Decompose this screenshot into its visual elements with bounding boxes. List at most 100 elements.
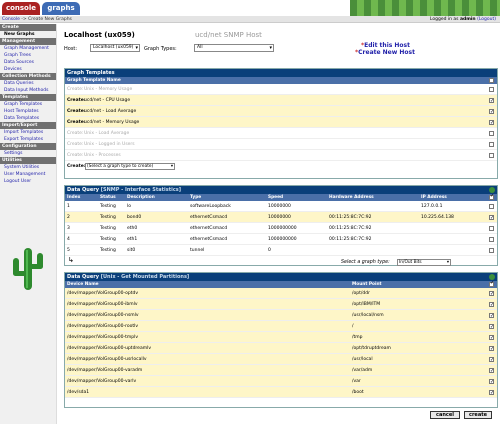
graph-type-create-value: (Select a graph type to create) bbox=[87, 164, 154, 169]
partition-row[interactable]: /dev/mapper/VolGroup00-varlv/var bbox=[65, 376, 497, 388]
partition-row[interactable]: /dev/mapper/VolGroup00-optdv/opt/ddr bbox=[65, 288, 497, 300]
interface-cell: Testing bbox=[100, 237, 116, 242]
dq2-select-all-checkbox[interactable] bbox=[489, 280, 494, 287]
partition-row[interactable]: /dev/sda1/boot bbox=[65, 387, 497, 399]
mount-point: /opt/ddr bbox=[352, 291, 370, 296]
partition-checkbox[interactable] bbox=[489, 311, 494, 322]
sidebar-item[interactable]: Export Templates bbox=[0, 136, 56, 143]
partition-row[interactable]: /dev/mapper/VolGroup00-usrlocallv/usr/lo… bbox=[65, 354, 497, 366]
interface-row[interactable]: 2 Testing bond0 ethernetCsmacd 10000000 00:11… bbox=[65, 212, 497, 224]
graph-template-name: ucd/net - Memory Usage bbox=[84, 120, 140, 125]
sidebar-item[interactable]: Logout User bbox=[0, 178, 56, 185]
sidebar-item[interactable]: Data Sources bbox=[0, 59, 56, 66]
interface-row[interactable]: 4 Testing eth1 ethernetCsmacd 1000000000 00:1… bbox=[65, 234, 497, 245]
graph-template-row[interactable]: Create: Unix - Memory Usage bbox=[65, 84, 497, 95]
mount-point: /usr/local/nsm bbox=[352, 313, 384, 318]
partition-checkbox[interactable] bbox=[489, 377, 494, 388]
graph-type-create-select[interactable]: (Select a graph type to create) bbox=[85, 163, 175, 170]
mount-point: /var bbox=[352, 379, 361, 384]
logout-link[interactable]: (Logout) bbox=[476, 17, 496, 22]
cancel-button[interactable]: cancel bbox=[430, 411, 460, 419]
interface-row[interactable]: 5 Testing sit0 tunnel 0 bbox=[65, 245, 497, 256]
device-name: /dev/mapper/VolGroup00-usrlocallv bbox=[67, 357, 147, 362]
interface-row[interactable]: 1 Testing lo softwareLoopback 10000000 127.0.… bbox=[65, 201, 497, 212]
interface-checkbox[interactable] bbox=[489, 213, 494, 224]
create-label: Create: bbox=[67, 98, 86, 103]
sidebar-item[interactable]: Graph Templates bbox=[0, 101, 56, 108]
graph-template-row[interactable]: Create: ucd/net - Memory Usage bbox=[65, 117, 497, 129]
create-select-label: Create: bbox=[67, 164, 86, 169]
interface-checkbox[interactable] bbox=[489, 237, 494, 242]
dq2-title-prefix: Data Query bbox=[67, 274, 99, 280]
device-name: /dev/mapper/VolGroup00-varadm bbox=[67, 368, 143, 373]
sidebar-item[interactable]: Import Templates bbox=[0, 129, 56, 136]
partition-row[interactable]: /dev/mapper/VolGroup00-uptdreamlv/opt/td… bbox=[65, 343, 497, 355]
sidebar-item[interactable]: New Graphs bbox=[0, 31, 56, 38]
partition-row[interactable]: /dev/mapper/VolGroup00-rootlv / bbox=[65, 321, 497, 333]
partition-checkbox[interactable] bbox=[489, 300, 494, 311]
graph-template-row[interactable]: Create: ucd/net - CPU Usage bbox=[65, 95, 497, 107]
sidebar-item[interactable]: User Management bbox=[0, 171, 56, 178]
graph-template-row[interactable]: Create: Unix - Logged in Users bbox=[65, 139, 497, 150]
interface-cell: 00:11:25:8C:7C:92 bbox=[329, 237, 372, 242]
sidebar-item[interactable]: Data Queries bbox=[0, 80, 56, 87]
graph-template-checkbox[interactable] bbox=[489, 107, 494, 118]
interface-cell: softwareLoopback bbox=[190, 204, 231, 209]
sidebar-item[interactable]: Host Templates bbox=[0, 108, 56, 115]
graph-template-checkbox[interactable] bbox=[489, 153, 494, 158]
breadcrumb-console-link[interactable]: Console bbox=[2, 17, 20, 22]
sidebar-section-header: Create bbox=[0, 24, 56, 31]
partition-checkbox[interactable] bbox=[489, 366, 494, 377]
graph-template-checkbox[interactable] bbox=[489, 96, 494, 107]
select-all-checkbox[interactable] bbox=[489, 78, 494, 83]
sidebar-item[interactable]: Data Templates bbox=[0, 115, 56, 122]
graph-template-name: Unix - Logged in Users bbox=[84, 142, 135, 147]
select-graph-type-label: Select a graph type: bbox=[341, 260, 390, 265]
sidebar-item[interactable]: Data Input Methods bbox=[0, 87, 56, 94]
graph-template-row[interactable]: Create: Unix - Processes bbox=[65, 150, 497, 161]
graph-template-name: ucd/net - Load Average bbox=[84, 109, 137, 114]
partition-checkbox[interactable] bbox=[489, 333, 494, 344]
create-button[interactable]: create bbox=[464, 411, 492, 419]
sidebar-item[interactable]: Settings bbox=[0, 150, 56, 157]
create-host-link[interactable]: *Create New Host bbox=[355, 49, 415, 56]
main-content: Localhost (ux059) ucd/net SNMP Host Host… bbox=[64, 28, 498, 424]
host-select[interactable]: Localhost (ux059) bbox=[90, 44, 140, 52]
arrow-down-right-icon: ↳ bbox=[68, 256, 74, 264]
sidebar-item[interactable]: Graph Management bbox=[0, 45, 56, 52]
tab-console[interactable]: console bbox=[2, 2, 40, 15]
interface-cell: 3 bbox=[67, 226, 70, 231]
graph-template-row[interactable]: Create: Unix - Load Average bbox=[65, 128, 497, 139]
device-name: /dev/mapper/VolGroup00-nsmlv bbox=[67, 313, 139, 318]
tab-graphs[interactable]: graphs bbox=[42, 2, 80, 15]
sidebar-item[interactable]: Graph Trees bbox=[0, 52, 56, 59]
edit-host-link[interactable]: *Edit this Host bbox=[361, 42, 410, 49]
partition-checkbox[interactable] bbox=[489, 344, 494, 355]
partition-row[interactable]: /dev/mapper/VolGroup00-tmplv/tmp bbox=[65, 332, 497, 344]
dq1-graph-type-select[interactable]: In/Out Bits bbox=[397, 259, 451, 266]
graph-template-checkbox[interactable] bbox=[489, 142, 494, 147]
graph-template-checkbox[interactable] bbox=[489, 118, 494, 129]
partition-checkbox[interactable] bbox=[489, 289, 494, 300]
data-query-partitions-header: Data Query [Unix - Get Mounted Partition… bbox=[65, 273, 497, 281]
partition-checkbox[interactable] bbox=[489, 355, 494, 366]
sidebar-item[interactable]: System Utilities bbox=[0, 164, 56, 171]
interface-cell: tunnel bbox=[190, 248, 205, 253]
partition-checkbox[interactable] bbox=[489, 388, 494, 399]
graph-template-checkbox[interactable] bbox=[489, 87, 494, 92]
mount-point-column: Mount Point bbox=[352, 282, 382, 287]
partition-checkbox[interactable] bbox=[489, 322, 494, 333]
partition-row[interactable]: /dev/mapper/VolGroup00-nsmlv/usr/local/n… bbox=[65, 310, 497, 322]
graph-types-select[interactable]: All bbox=[194, 44, 274, 52]
graph-template-checkbox[interactable] bbox=[489, 131, 494, 136]
graph-template-row[interactable]: Create: ucd/net - Load Average bbox=[65, 106, 497, 118]
data-query-interface-header: Data Query [SNMP - Interface Statistics] bbox=[65, 186, 497, 194]
sidebar-item[interactable]: Devices bbox=[0, 66, 56, 73]
interface-checkbox[interactable] bbox=[489, 204, 494, 209]
interface-checkbox[interactable] bbox=[489, 248, 494, 253]
interface-checkbox[interactable] bbox=[489, 226, 494, 231]
interface-row[interactable]: 3 Testing eth0 ethernetCsmacd 1000000000 00:1… bbox=[65, 223, 497, 234]
dq1-select-all-checkbox[interactable] bbox=[489, 193, 494, 200]
partition-row[interactable]: /dev/mapper/VolGroup00-ibmlv/opt/IBM/ITM bbox=[65, 299, 497, 311]
partition-row[interactable]: /dev/mapper/VolGroup00-varadm/var/adm bbox=[65, 365, 497, 377]
